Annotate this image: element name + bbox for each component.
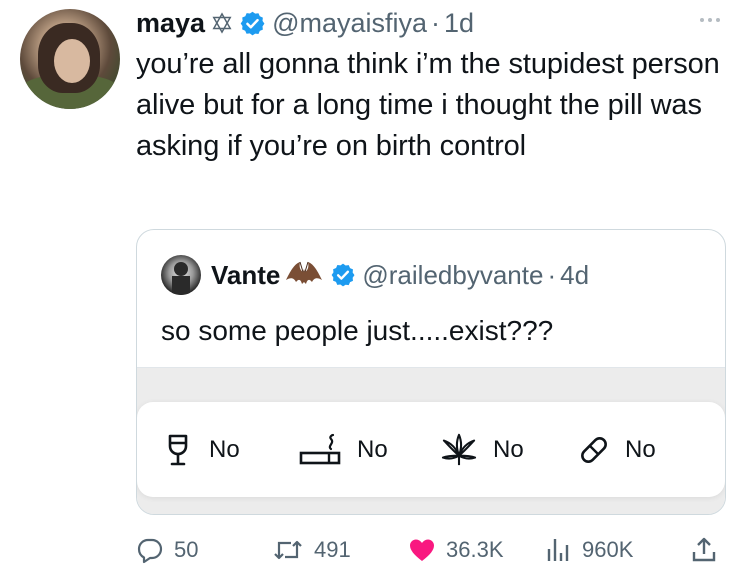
heart-icon [410, 539, 434, 561]
quoted-media[interactable]: No No No No [137, 367, 725, 514]
choice-label: No [209, 436, 240, 463]
choice-label: No [493, 436, 524, 463]
star-of-david-icon [212, 12, 232, 34]
author-handle[interactable]: @mayaisfiya [272, 8, 427, 39]
verified-badge-icon [240, 11, 265, 35]
avatar-face [54, 39, 90, 83]
reply-icon [137, 538, 163, 564]
quoted-avatar-figure [172, 262, 190, 295]
like-button[interactable]: 36.3K [408, 530, 504, 570]
author-name[interactable]: maya [136, 8, 205, 39]
quoted-verified-badge-icon [332, 263, 355, 287]
pill-icon [581, 437, 607, 463]
share-button[interactable] [690, 530, 718, 570]
avatar[interactable] [20, 9, 120, 109]
quoted-separator-dot: · [547, 259, 557, 290]
tweet-time[interactable]: 1d [444, 8, 474, 39]
views-count: 960K [582, 537, 634, 562]
choice-smoking: No [299, 430, 388, 470]
choice-label: No [625, 436, 656, 463]
quoted-author-name[interactable]: Vante [211, 260, 280, 291]
cigarette-icon [299, 433, 341, 465]
cannabis-leaf-icon [441, 433, 477, 466]
quoted-tweet-time[interactable]: 4d [560, 260, 589, 291]
choice-cannabis: No [439, 430, 524, 470]
retweet-count: 491 [314, 537, 351, 562]
tweet-text: you’re all gonna think i’m the stupidest… [136, 48, 720, 162]
more-icon[interactable] [690, 10, 730, 30]
quoted-avatar[interactable] [161, 255, 201, 295]
choice-label: No [357, 436, 388, 463]
tweet-header: maya @mayaisfiya · 1d [136, 4, 474, 42]
retweet-button[interactable]: 491 [272, 530, 351, 570]
choice-alcohol: No [161, 430, 240, 470]
reply-count: 50 [174, 537, 199, 562]
quoted-tweet-header: Vante @railedbyvante · 4d [161, 255, 589, 295]
choice-pill: No [577, 430, 656, 470]
separator-dot: · [431, 7, 441, 38]
views-button[interactable]: 960K [544, 530, 633, 570]
wine-glass-icon [168, 434, 188, 466]
tweet[interactable]: maya @mayaisfiya · 1d you’re all gonna t… [0, 0, 750, 575]
views-chart-icon [547, 539, 569, 561]
quoted-tweet-text: so some people just.....exist??? [161, 315, 554, 346]
quoted-author-handle[interactable]: @railedbyvante [362, 260, 543, 291]
choices-panel: No No No No [137, 402, 725, 497]
action-bar: 50 491 36.3K 960K [0, 530, 750, 570]
like-count: 36.3K [446, 537, 504, 562]
bat-icon [286, 261, 323, 284]
share-icon [692, 537, 716, 562]
quoted-tweet[interactable]: Vante @railedbyvante · 4d so some people… [136, 229, 726, 515]
retweet-icon [274, 540, 302, 560]
reply-button[interactable]: 50 [136, 530, 198, 570]
